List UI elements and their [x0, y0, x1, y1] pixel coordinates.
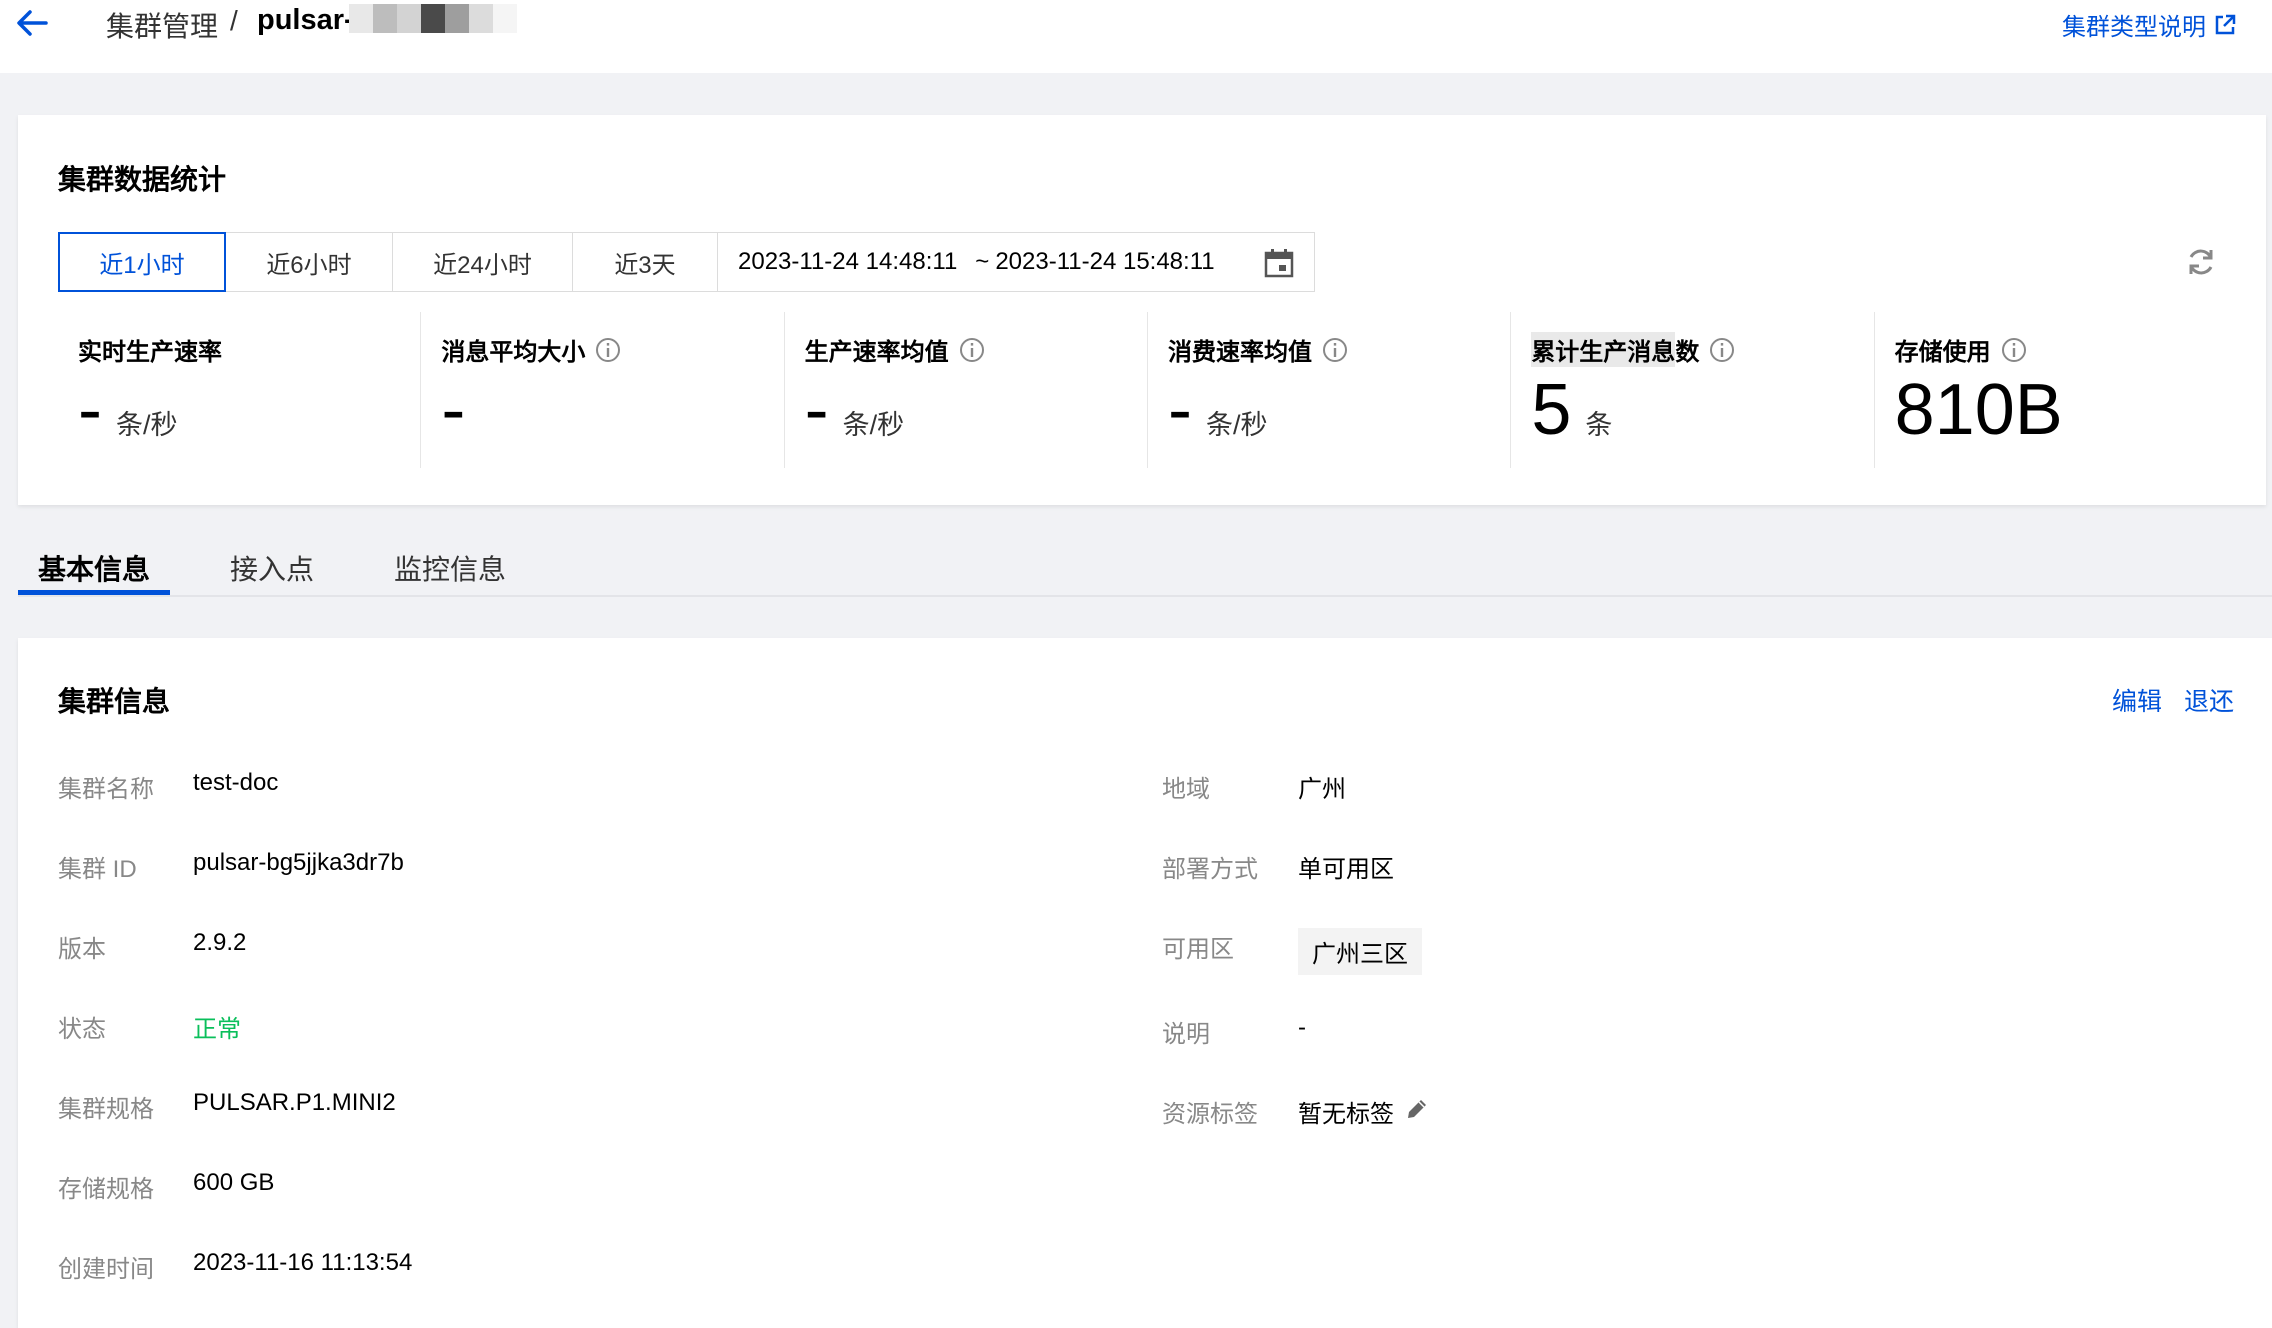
- field-label-created-time: 创建时间: [58, 1256, 154, 1283]
- tab-monitoring[interactable]: 监控信息: [394, 548, 506, 588]
- info-icon[interactable]: [2001, 337, 2027, 363]
- field-label-version: 版本: [58, 936, 106, 963]
- external-link-icon: [2215, 14, 2236, 34]
- active-tab-indicator: [18, 590, 170, 595]
- field-value-deploy-mode: 单可用区: [1298, 856, 1394, 883]
- refresh-icon[interactable]: [2184, 245, 2218, 279]
- field-label-description: 说明: [1162, 1021, 1210, 1048]
- field-value-storage-spec: 600 GB: [193, 1169, 275, 1196]
- metric-avg-message-size: 消息平均大小 -: [421, 312, 785, 468]
- field-value-created-time: 2023-11-16 11:13:54: [193, 1249, 413, 1276]
- metric-label: 消息平均大小: [441, 339, 586, 366]
- cluster-type-help-link[interactable]: 集群类型说明: [2062, 7, 2236, 42]
- metric-unit: 条: [1585, 410, 1613, 440]
- metric-value: -: [1167, 370, 1192, 450]
- metric-value: -: [78, 370, 102, 450]
- field-label-resource-tags: 资源标签: [1162, 1101, 1258, 1128]
- help-link-label: 集群类型说明: [2062, 14, 2206, 41]
- metric-unit: 条/秒: [842, 410, 905, 440]
- cluster-info-card: 集群信息 编辑 退还 集群名称 test-doc 集群 ID pulsar-bg…: [18, 638, 2272, 1328]
- metric-storage-used: 存储使用 810B: [1875, 312, 2238, 468]
- info-icon[interactable]: [595, 337, 621, 363]
- metric-unit: 条/秒: [115, 410, 178, 440]
- detail-tabs: 基本信息 接入点 监控信息: [18, 535, 2272, 597]
- card-actions: 编辑 退还: [2112, 682, 2234, 718]
- metric-label-highlighted: 累计生产消息: [1531, 332, 1676, 367]
- metric-label: 存储使用: [1894, 339, 1991, 366]
- range-separator: ~: [975, 248, 990, 275]
- tab-basic-info[interactable]: 基本信息: [38, 548, 150, 588]
- calendar-icon: [1264, 249, 1294, 278]
- metric-value: 810B: [1894, 370, 2063, 450]
- pencil-icon[interactable]: [1404, 1096, 1430, 1122]
- field-value-spec: PULSAR.P1.MINI2: [193, 1089, 396, 1116]
- field-label-spec: 集群规格: [58, 1096, 154, 1123]
- metric-value: -: [804, 370, 829, 450]
- metric-total-produced-messages: 累计生产消息数 5 条: [1511, 312, 1875, 468]
- info-icon[interactable]: [959, 337, 985, 363]
- range-1h-button[interactable]: 近1小时: [58, 232, 226, 292]
- cluster-stats-card: 集群数据统计 近1小时 近6小时 近24小时 近3天 2023-11-24 14…: [18, 115, 2266, 505]
- metric-label-rest: 数: [1675, 339, 1700, 366]
- breadcrumb-current: pulsar-: [257, 4, 354, 36]
- end-time: 2023-11-24 15:48:11: [995, 248, 1215, 275]
- field-label-zone: 可用区: [1162, 936, 1234, 963]
- info-title: 集群信息: [58, 686, 171, 717]
- metrics-row: 实时生产速率 - 条/秒 消息平均大小 - 生产速率均值 - 条/秒 消费速率均…: [58, 312, 2238, 468]
- breadcrumb-separator: /: [230, 5, 238, 36]
- field-label-storage-spec: 存储规格: [58, 1176, 154, 1203]
- back-arrow-icon[interactable]: [14, 6, 50, 40]
- top-bar: 集群管理 / pulsar- 集群类型说明: [0, 0, 2272, 73]
- field-value-description: -: [1298, 1014, 1306, 1041]
- metric-label: 生产速率均值: [804, 339, 949, 366]
- breadcrumb-parent[interactable]: 集群管理: [106, 5, 218, 45]
- edit-button[interactable]: 编辑: [2112, 682, 2162, 718]
- status-badge: 正常: [193, 1016, 241, 1043]
- tab-access-points[interactable]: 接入点: [230, 548, 314, 588]
- field-label-status: 状态: [58, 1016, 106, 1043]
- metric-avg-consume-rate: 消费速率均值 - 条/秒: [1148, 312, 1512, 468]
- time-range-selector: 近1小时 近6小时 近24小时 近3天 2023-11-24 14:48:11 …: [58, 232, 1315, 292]
- zone-tag: 广州三区: [1298, 928, 1422, 975]
- metric-realtime-produce-rate: 实时生产速率 - 条/秒: [58, 312, 422, 468]
- range-3d-button[interactable]: 近3天: [572, 232, 718, 292]
- info-icon[interactable]: [1322, 337, 1348, 363]
- field-label-cluster-id: 集群 ID: [58, 856, 137, 883]
- start-time: 2023-11-24 14:48:11: [738, 248, 958, 275]
- return-button[interactable]: 退还: [2184, 682, 2234, 718]
- range-24h-button[interactable]: 近24小时: [392, 232, 573, 292]
- field-value-cluster-name: test-doc: [193, 769, 279, 796]
- redacted-name-mask: [349, 4, 541, 33]
- stats-title: 集群数据统计: [58, 164, 227, 195]
- metric-avg-produce-rate: 生产速率均值 - 条/秒: [785, 312, 1148, 468]
- metric-value: 5: [1531, 370, 1572, 450]
- date-range-picker[interactable]: 2023-11-24 14:48:11 ~ 2023-11-24 15:48:1…: [717, 232, 1315, 292]
- field-value-version: 2.9.2: [193, 929, 247, 956]
- range-6h-button[interactable]: 近6小时: [225, 232, 393, 292]
- field-value-region: 广州: [1298, 776, 1346, 803]
- field-value-cluster-id: pulsar-bg5jjka3dr7b: [193, 849, 404, 876]
- field-value-resource-tags: 暂无标签: [1298, 1101, 1394, 1128]
- metric-value: -: [441, 370, 466, 450]
- metric-label: 消费速率均值: [1167, 339, 1312, 366]
- field-label-cluster-name: 集群名称: [58, 776, 154, 803]
- field-label-region: 地域: [1162, 776, 1210, 803]
- metric-unit: 条/秒: [1205, 410, 1268, 440]
- metric-label: 实时生产速率: [78, 339, 222, 366]
- field-label-deploy-mode: 部署方式: [1162, 856, 1258, 883]
- info-icon[interactable]: [1709, 337, 1735, 363]
